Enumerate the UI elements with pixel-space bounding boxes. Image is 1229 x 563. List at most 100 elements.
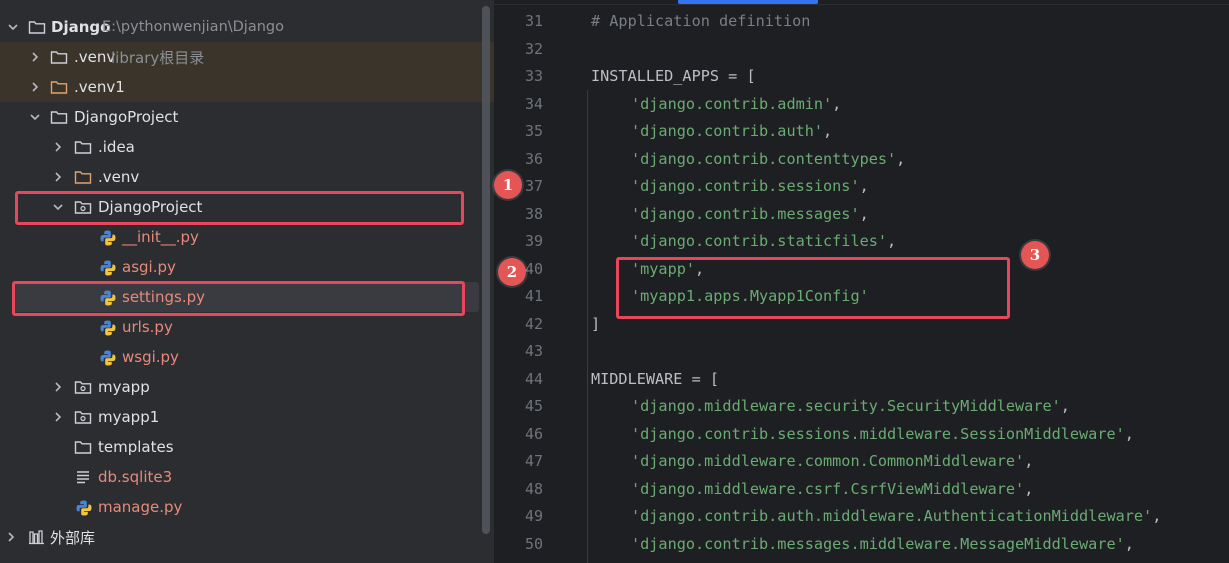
chevron-right-icon[interactable] — [51, 140, 65, 154]
folder-icon — [50, 49, 68, 65]
string-literal: 'django.contrib.auth.middleware.Authenti… — [631, 507, 1153, 525]
text-file-icon — [75, 469, 93, 485]
tree-item-label: .idea — [98, 138, 135, 156]
punctuation: , — [1024, 480, 1034, 498]
code-line: 'django.contrib.messages', — [631, 200, 869, 228]
tree-item-label: .venv1 — [74, 78, 125, 96]
line-number: 50 — [524, 535, 543, 553]
line-number: 48 — [524, 480, 543, 498]
tree-item-urls-py[interactable]: urls.py — [0, 312, 494, 342]
punctuation: , — [1152, 507, 1162, 525]
tree-item-templates[interactable]: templates — [0, 432, 494, 462]
tree-item-external-libraries[interactable]: 外部库 — [0, 522, 494, 552]
line-number: 47 — [524, 452, 543, 470]
package-folder-icon — [74, 409, 92, 425]
code-line: 'django.contrib.sessions', — [631, 172, 869, 200]
line-number: 33 — [524, 67, 543, 85]
chevron-right-icon[interactable] — [28, 80, 42, 94]
code-line: 'django.contrib.sessions.middleware.Sess… — [631, 420, 1134, 448]
punctuation: , — [1024, 452, 1034, 470]
line-number: 46 — [524, 425, 543, 443]
folder-icon — [50, 109, 68, 125]
tree-item-label: templates — [98, 438, 174, 456]
string-literal: 'django.contrib.contenttypes' — [631, 150, 897, 168]
tree-scrollbar[interactable] — [482, 6, 490, 534]
folder-icon — [74, 169, 92, 185]
chevron-down-icon[interactable] — [6, 20, 20, 34]
tree-item-idea[interactable]: .idea — [0, 132, 494, 162]
tree-item-venv-inner[interactable]: .venv — [0, 162, 494, 192]
python-file-icon — [99, 259, 117, 276]
tree-item-asgi-py[interactable]: asgi.py — [0, 252, 494, 282]
line-number: 36 — [524, 150, 543, 168]
code-line: ] — [591, 315, 601, 333]
code-line: 'django.middleware.csrf.CsrfViewMiddlewa… — [631, 475, 1033, 503]
package-folder-icon — [74, 379, 92, 395]
highlight-box-installed-apps — [616, 257, 1010, 319]
chevron-right-icon[interactable] — [51, 380, 65, 394]
chevron-right-icon[interactable] — [51, 410, 65, 424]
code-line: 'django.contrib.staticfiles', — [631, 227, 896, 255]
string-literal: 'django.contrib.sessions' — [631, 177, 860, 195]
code-editor[interactable]: 31 32 33 34 35 36 37 38 39 40 41 42 43 4… — [494, 0, 1229, 563]
tree-item-suffix: library根目录 — [111, 48, 205, 67]
code-line: 'django.contrib.auth', — [631, 117, 832, 145]
punctuation: , — [1060, 397, 1070, 415]
line-number: 31 — [524, 12, 543, 30]
string-literal: 'django.middleware.security.SecurityMidd… — [631, 397, 1061, 415]
highlight-box-settings — [12, 281, 465, 316]
code-line: INSTALLED_APPS = [ — [591, 67, 756, 85]
tree-root[interactable]: Django E:\pythonwenjian\Django — [0, 12, 494, 42]
line-number: 34 — [524, 95, 543, 113]
punctuation: , — [859, 177, 869, 195]
tree-item-label: urls.py — [122, 318, 173, 336]
indent-guide — [587, 90, 588, 563]
chevron-right-icon[interactable] — [4, 530, 18, 544]
tree-item-djangoproject-outer[interactable]: DjangoProject — [0, 102, 494, 132]
chevron-right-icon[interactable] — [28, 50, 42, 64]
python-file-icon — [99, 319, 117, 336]
string-literal: 'django.contrib.messages' — [631, 205, 860, 223]
string-literal: 'django.contrib.messages.middleware.Mess… — [631, 535, 1125, 553]
punctuation: , — [823, 122, 833, 140]
chevron-down-icon[interactable] — [28, 110, 42, 124]
string-literal: 'django.middleware.common.CommonMiddlewa… — [631, 452, 1025, 470]
chevron-right-icon[interactable] — [51, 170, 65, 184]
punctuation: , — [859, 205, 869, 223]
tree-root-path: E:\pythonwenjian\Django — [102, 19, 284, 35]
string-literal: 'django.contrib.auth' — [631, 122, 824, 140]
code-line: MIDDLEWARE = [ — [591, 370, 720, 388]
tree-item-venv1[interactable]: .venv1 — [0, 72, 494, 102]
tree-item-wsgi-py[interactable]: wsgi.py — [0, 342, 494, 372]
tree-item-label: __init__.py — [122, 228, 199, 246]
line-number: 41 — [524, 287, 543, 305]
annotation-badge-3: 3 — [1021, 241, 1049, 269]
tree-item-manage-py[interactable]: manage.py — [0, 492, 494, 522]
tree-item-label: 外部库 — [50, 528, 96, 547]
project-tree: Django E:\pythonwenjian\Django .venv lib… — [0, 0, 494, 563]
library-icon — [28, 529, 46, 545]
highlight-box-djangoproject — [15, 191, 464, 225]
code-line: 'django.middleware.security.SecurityMidd… — [631, 392, 1070, 420]
string-literal: 'django.middleware.csrf.CsrfViewMiddlewa… — [631, 480, 1025, 498]
python-file-icon — [99, 229, 117, 246]
punctuation: , — [1124, 535, 1134, 553]
annotation-badge-2: 2 — [498, 258, 526, 286]
tree-item-myapp1[interactable]: myapp1 — [0, 402, 494, 432]
line-number: 39 — [524, 232, 543, 250]
tree-item-init-py[interactable]: __init__.py — [0, 222, 494, 252]
code-line: # Application definition — [591, 12, 811, 30]
line-number: 49 — [524, 507, 543, 525]
tree-item-myapp[interactable]: myapp — [0, 372, 494, 402]
string-literal: 'django.contrib.sessions.middleware.Sess… — [631, 425, 1125, 443]
tree-item-db-sqlite3[interactable]: db.sqlite3 — [0, 462, 494, 492]
line-number: 38 — [524, 205, 543, 223]
tree-item-venv[interactable]: .venv library根目录 — [0, 42, 494, 72]
code-line: 'django.contrib.contenttypes', — [631, 145, 905, 173]
code-line: 'django.contrib.admin', — [631, 90, 841, 118]
punctuation: , — [896, 150, 906, 168]
line-number: 32 — [524, 40, 543, 58]
tree-item-label: .venv — [74, 48, 116, 66]
code-line: 'django.middleware.common.CommonMiddlewa… — [631, 447, 1033, 475]
tree-item-label: DjangoProject — [74, 108, 179, 126]
